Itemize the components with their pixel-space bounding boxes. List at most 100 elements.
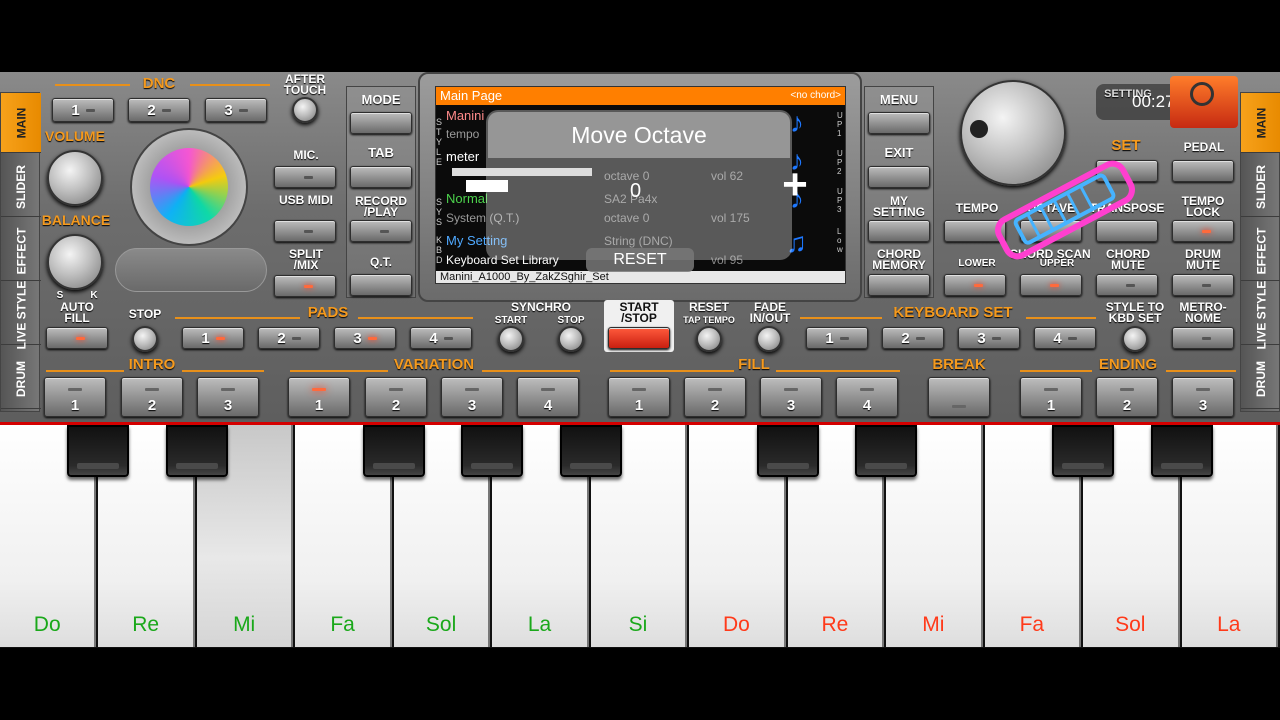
button-label: 3	[224, 101, 233, 119]
button-label: 3	[977, 329, 986, 347]
pad-button-4[interactable]: 4	[410, 327, 472, 349]
tab-effect-right[interactable]: EFFECT	[1241, 221, 1280, 281]
recording-timer: 00:27	[1132, 92, 1175, 111]
octave-slider-thumb[interactable]	[466, 180, 508, 192]
up2-label: U P 2	[837, 149, 843, 176]
button-label: 1	[70, 397, 80, 414]
auto-fill-button[interactable]	[46, 327, 108, 349]
usb-midi-button[interactable]	[274, 220, 336, 242]
note-label: La	[527, 613, 552, 636]
kbd-set-button-2[interactable]: 2	[882, 327, 944, 349]
black-key[interactable]	[756, 425, 819, 477]
button-label: 4	[543, 397, 553, 414]
intro-button-1[interactable]: 1	[44, 377, 106, 417]
variation-line-left	[290, 370, 388, 372]
pitch-bar[interactable]	[115, 248, 267, 292]
menu-button[interactable]	[868, 112, 930, 134]
variation-title: VARIATION	[393, 356, 475, 373]
synchro-start-knob[interactable]	[498, 326, 524, 352]
mic-button[interactable]	[274, 166, 336, 188]
dnc-button-1[interactable]: 1	[52, 98, 114, 122]
break-button[interactable]	[928, 377, 990, 417]
split-mix-button[interactable]	[274, 275, 336, 297]
tempo-lock-button[interactable]	[1172, 220, 1234, 242]
fade-knob[interactable]	[756, 326, 782, 352]
qt-button[interactable]	[350, 274, 412, 296]
dnc-button-3[interactable]: 3	[205, 98, 267, 122]
black-key[interactable]	[165, 425, 228, 477]
note-label: La	[1217, 613, 1241, 636]
start-stop-button[interactable]	[608, 327, 670, 349]
black-key[interactable]	[461, 425, 524, 477]
black-key[interactable]	[559, 425, 622, 477]
black-key[interactable]	[362, 425, 425, 477]
popup-title: Move Octave	[488, 112, 790, 158]
usb-midi-label: USB MIDI	[279, 193, 333, 207]
left-side-tabs: MAIN SLIDER EFFECT LIVE STYLE DRUM	[0, 92, 41, 412]
dnc-button-2[interactable]: 2	[128, 98, 190, 122]
synchro-stop-knob[interactable]	[558, 326, 584, 352]
dnc-turntable[interactable]	[130, 128, 248, 246]
exit-button[interactable]	[868, 166, 930, 188]
stop-knob[interactable]	[132, 326, 158, 352]
pad-button-2[interactable]: 2	[258, 327, 320, 349]
style-to-kbd-knob[interactable]	[1122, 326, 1148, 352]
reset-knob[interactable]	[696, 326, 722, 352]
black-key[interactable]	[1052, 425, 1115, 477]
kbd-set-button-3[interactable]: 3	[958, 327, 1020, 349]
tab-live-style-right[interactable]: LIVE STYLE	[1241, 280, 1280, 349]
kbd-set-button-1[interactable]: 1	[806, 327, 868, 349]
ending-button-1[interactable]: 1	[1020, 377, 1082, 417]
tab-main-left[interactable]: MAIN	[1, 93, 41, 153]
note-label: Re	[821, 613, 849, 636]
intro-button-2[interactable]: 2	[121, 377, 183, 417]
tab-main-right[interactable]: MAIN	[1241, 93, 1280, 153]
tab-button[interactable]	[350, 166, 412, 188]
split-mix-label: SPLIT /MIX	[288, 247, 323, 272]
style-side-label: S T Y L E	[436, 117, 443, 167]
popup-reset-button[interactable]: RESET	[586, 248, 694, 272]
balance-knob[interactable]	[47, 234, 103, 290]
tab-slider-left[interactable]: SLIDER	[1, 157, 41, 217]
ending-button-3[interactable]: 3	[1172, 377, 1234, 417]
variation-button-1[interactable]: 1	[288, 377, 350, 417]
button-label: 2	[277, 329, 286, 347]
plus-icon[interactable]: +	[776, 163, 814, 207]
pad-button-3[interactable]: 3	[334, 327, 396, 349]
variation-button-4[interactable]: 4	[517, 377, 579, 417]
button-label: 1	[825, 329, 834, 347]
tab-effect-left[interactable]: EFFECT	[1, 221, 41, 281]
fill-button-4[interactable]: 4	[836, 377, 898, 417]
intro-button-3[interactable]: 3	[197, 377, 259, 417]
black-key[interactable]	[67, 425, 130, 477]
fill-button-1[interactable]: 1	[608, 377, 670, 417]
black-key[interactable]	[855, 425, 918, 477]
tab-live-style-left[interactable]: LIVE STYLE	[1, 280, 41, 349]
button-label: 2	[147, 397, 157, 414]
tab-drum-left[interactable]: DRUM	[1, 349, 41, 409]
kbd-set-button-4[interactable]: 4	[1034, 327, 1096, 349]
fill-button-2[interactable]: 2	[684, 377, 746, 417]
tab-drum-right[interactable]: DRUM	[1241, 349, 1280, 409]
pedal-button[interactable]	[1172, 160, 1234, 182]
volume-knob[interactable]	[47, 150, 103, 206]
tab-slider-right[interactable]: SLIDER	[1241, 157, 1280, 217]
drum-mute-button[interactable]	[1172, 274, 1234, 296]
chord-memory-button[interactable]	[868, 274, 930, 296]
ending-button-2[interactable]: 2	[1096, 377, 1158, 417]
variation-button-2[interactable]: 2	[365, 377, 427, 417]
tab-label: TAB	[368, 145, 394, 160]
octave-slider[interactable]	[452, 168, 592, 176]
metronome-button[interactable]	[1172, 327, 1234, 349]
pad-button-1[interactable]: 1	[182, 327, 244, 349]
mode-button[interactable]	[350, 112, 412, 134]
button-label: 4	[862, 397, 872, 414]
after-touch-knob[interactable]	[292, 97, 318, 123]
fill-button-3[interactable]: 3	[760, 377, 822, 417]
my-setting-button[interactable]	[868, 220, 930, 242]
record-play-button[interactable]	[350, 220, 412, 242]
black-key[interactable]	[1150, 425, 1213, 477]
tab-label: MAIN	[13, 107, 28, 138]
note-label: Re	[132, 613, 160, 636]
variation-button-3[interactable]: 3	[441, 377, 503, 417]
